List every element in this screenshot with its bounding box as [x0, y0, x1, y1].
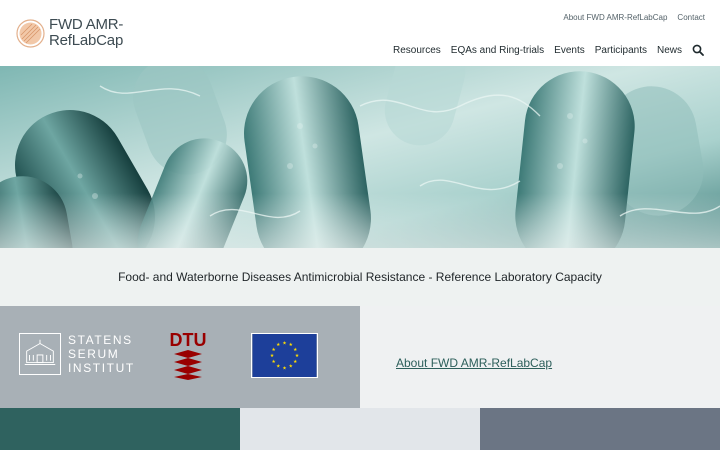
svg-text:★: ★ [293, 347, 297, 353]
hero-image [0, 66, 720, 248]
ssi-line-2: SERUM [68, 347, 120, 361]
about-link-top[interactable]: About FWD AMR-RefLabCap [563, 13, 667, 22]
contact-link[interactable]: Contact [677, 13, 705, 22]
logo-text: FWD AMR- RefLabCap [49, 17, 123, 49]
bottom-card-2[interactable] [240, 408, 480, 450]
svg-text:★: ★ [282, 365, 286, 371]
site-tagline: Food- and Waterborne Diseases Antimicrob… [118, 270, 602, 284]
hero-bacteria-illustration [0, 66, 720, 248]
search-icon[interactable] [692, 44, 704, 56]
svg-text:★: ★ [270, 353, 274, 359]
ssi-line-1: STATENS [68, 333, 133, 347]
svg-text:★: ★ [295, 353, 299, 359]
dtu-logo[interactable]: DTU [170, 328, 206, 380]
bottom-card-3[interactable] [480, 408, 720, 450]
svg-text:★: ★ [293, 359, 297, 365]
about-panel: About FWD AMR-RefLabCap [360, 306, 720, 408]
nav-item-eqas[interactable]: EQAs and Ring-trials [451, 45, 544, 56]
logo-line-2: RefLabCap [49, 32, 124, 49]
utility-nav: About FWD AMR-RefLabCap Contact [563, 13, 705, 22]
logo-line-1: FWD AMR- [49, 16, 124, 33]
svg-text:★: ★ [289, 364, 293, 370]
ssi-crest-icon[interactable] [19, 333, 61, 375]
ssi-line-3: INSTITUT [68, 361, 135, 375]
nav-item-news[interactable]: News [657, 45, 682, 56]
logo-mark-icon [16, 18, 45, 48]
tagline-band: Food- and Waterborne Diseases Antimicrob… [0, 248, 720, 306]
main-nav: Resources EQAs and Ring-trials Events Pa… [393, 44, 704, 56]
ssi-logo-text[interactable]: STATENS SERUM INSTITUT [68, 333, 135, 375]
eu-flag-icon[interactable]: ★ ★ ★ ★ ★ ★ ★ ★ ★ ★ ★ ★ [251, 333, 318, 378]
site-logo[interactable]: FWD AMR- RefLabCap [16, 17, 123, 49]
svg-text:★: ★ [276, 342, 280, 348]
nav-item-resources[interactable]: Resources [393, 45, 441, 56]
nav-item-events[interactable]: Events [554, 45, 585, 56]
svg-text:★: ★ [272, 359, 276, 365]
about-link[interactable]: About FWD AMR-RefLabCap [396, 356, 552, 370]
nav-item-participants[interactable]: Participants [595, 45, 647, 56]
svg-text:★: ★ [276, 364, 280, 370]
site-header: FWD AMR- RefLabCap About FWD AMR-RefLabC… [0, 0, 720, 66]
bottom-card-1[interactable] [0, 408, 240, 450]
dtu-logo-text: DTU [170, 330, 206, 350]
svg-text:★: ★ [282, 341, 286, 347]
